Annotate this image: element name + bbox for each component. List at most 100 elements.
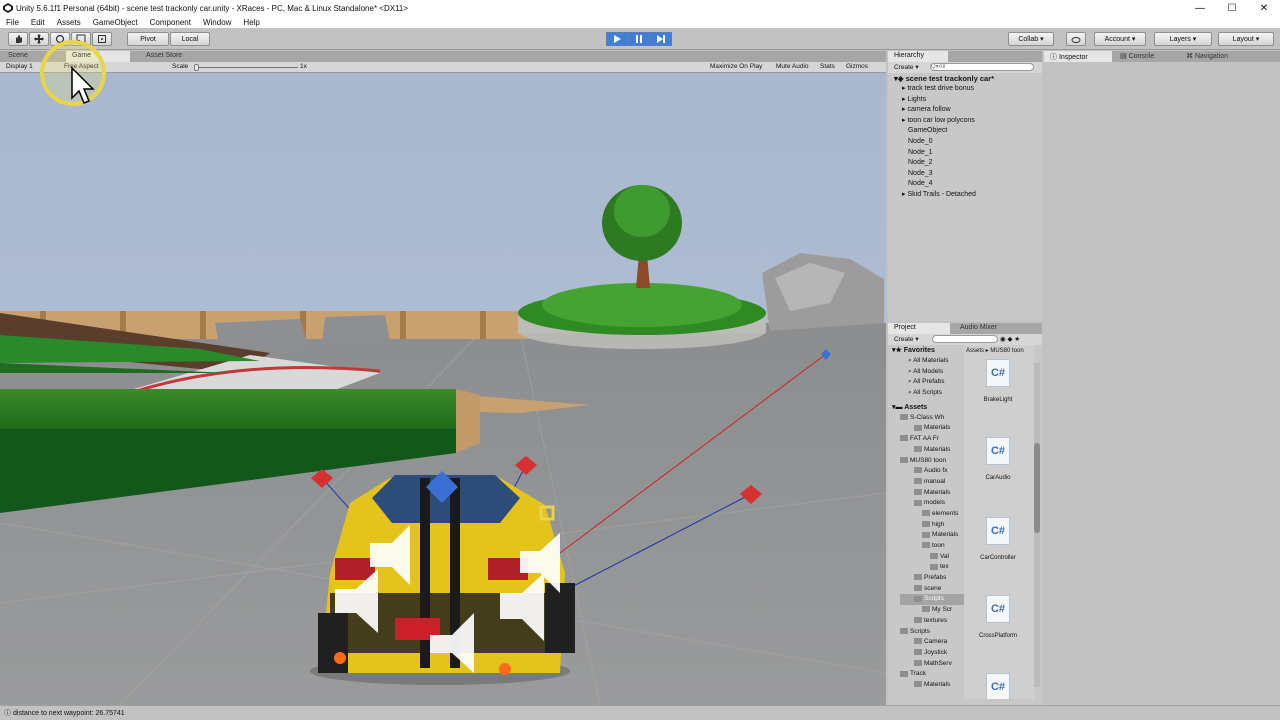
local-toggle[interactable]: Local [170, 32, 210, 46]
folder-item[interactable]: My Scr [900, 605, 964, 616]
status-message[interactable]: distance to next waypoint: 26.75741 [13, 710, 125, 717]
folder-item[interactable]: Track [900, 669, 964, 680]
maximize-button[interactable]: ☐ [1216, 0, 1248, 16]
folder-item[interactable]: elements [900, 509, 964, 520]
scale-slider-thumb[interactable] [194, 64, 199, 71]
asset-file[interactable]: C# CrossPlatform [978, 595, 1018, 639]
filter-icons[interactable]: ◉ ◆ ★ [1000, 335, 1020, 343]
layout-dropdown[interactable]: Layout ▾ [1218, 32, 1274, 46]
menu-window[interactable]: Window [197, 18, 237, 27]
folder-item[interactable]: Audio fx [900, 466, 964, 477]
tab-navigation[interactable]: ⌘ Navigation [1180, 51, 1234, 62]
hierarchy-item[interactable]: Node_0 [902, 137, 1042, 148]
tab-hierarchy[interactable]: Hierarchy [888, 51, 948, 62]
folder-item[interactable]: MathServ [900, 659, 964, 670]
favorites-header[interactable]: ▾★ Favorites [888, 345, 964, 356]
project-search-input[interactable] [932, 335, 998, 343]
search-icon: ⌕ [908, 389, 912, 397]
maximize-on-play-toggle[interactable]: Maximize On Play [710, 63, 762, 70]
hierarchy-item[interactable]: ▸ toon car low polycons [902, 116, 1042, 127]
tab-inspector[interactable]: ⓘ Inspector [1044, 51, 1112, 62]
collab-dropdown[interactable]: Collab ▾ [1008, 32, 1054, 46]
hierarchy-item[interactable]: Node_1 [902, 148, 1042, 159]
hierarchy-item[interactable]: Node_4 [902, 179, 1042, 190]
folder-item[interactable]: Scripts [900, 627, 964, 638]
menu-assets[interactable]: Assets [51, 18, 87, 27]
tab-audio-mixer[interactable]: Audio Mixer [954, 323, 1003, 334]
tab-project[interactable]: Project [888, 323, 950, 334]
stats-toggle[interactable]: Stats [820, 63, 835, 70]
folder-item-selected[interactable]: Scripts [900, 594, 964, 606]
play-button[interactable] [606, 32, 628, 46]
folder-item[interactable]: Materials [900, 530, 964, 541]
folder-item[interactable]: S-Class Wh [900, 413, 964, 424]
menu-edit[interactable]: Edit [25, 18, 51, 27]
asset-file[interactable]: C# CarController [978, 517, 1018, 561]
folder-item[interactable]: Materials [900, 445, 964, 456]
folder-item[interactable]: toon [900, 541, 964, 552]
hierarchy-item[interactable]: GameObject [902, 126, 1042, 137]
asset-file[interactable]: C# BrakeLight [978, 359, 1018, 403]
scrollbar-thumb[interactable] [1034, 443, 1040, 533]
scene-root-row[interactable]: ▾◈ scene test trackonly car* [894, 73, 1039, 84]
display-dropdown[interactable]: Display 1 [6, 63, 33, 70]
folder-item[interactable]: Camera [900, 637, 964, 648]
folder-item[interactable]: scene [900, 584, 964, 595]
project-scrollbar[interactable] [1034, 363, 1040, 687]
asset-file[interactable]: C# CarAudio [978, 437, 1018, 481]
rect-tool-button[interactable] [92, 32, 112, 46]
favorite-item[interactable]: ⌕ All Models [908, 367, 964, 378]
move-tool-button[interactable] [29, 32, 49, 46]
account-dropdown[interactable]: Account ▾ [1094, 32, 1146, 46]
hand-tool-button[interactable] [8, 32, 28, 46]
cloud-button[interactable] [1066, 32, 1086, 46]
hierarchy-item[interactable]: ▸ camera follow [902, 105, 1042, 116]
assets-header[interactable]: ▾▬ Assets [888, 399, 964, 413]
folder-item[interactable]: textures [900, 616, 964, 627]
scene-name: scene test trackonly car* [905, 74, 995, 83]
tab-asset-store[interactable]: Asset Store [140, 51, 188, 62]
folder-icon [914, 649, 922, 656]
menu-gameobject[interactable]: GameObject [87, 18, 144, 27]
gizmos-dropdown[interactable]: Gizmos [846, 63, 868, 70]
folder-item[interactable]: tex [900, 562, 964, 573]
folder-item[interactable]: models [900, 498, 964, 509]
folder-item[interactable]: MUS80 toon [900, 456, 964, 467]
minimize-button[interactable]: — [1184, 0, 1216, 16]
tab-scene[interactable]: Scene [2, 51, 34, 62]
create-dropdown[interactable]: Create ▾ [894, 63, 919, 71]
hierarchy-search-input[interactable] [930, 63, 1034, 71]
asset-breadcrumb[interactable]: Assets ▸ MUS80 toon [964, 345, 1034, 356]
favorite-item[interactable]: ⌕ All Scripts [908, 388, 964, 399]
folder-item[interactable]: Materials [900, 423, 964, 434]
favorite-item[interactable]: ⌕ All Materials [908, 356, 964, 367]
game-viewport[interactable] [0, 73, 886, 705]
folder-item[interactable]: Joystick [900, 648, 964, 659]
hierarchy-item[interactable]: ▸ Lights [902, 95, 1042, 106]
hierarchy-item[interactable]: Node_2 [902, 158, 1042, 169]
hierarchy-item[interactable]: Node_3 [902, 169, 1042, 180]
folder-item[interactable]: manual [900, 477, 964, 488]
project-create-dropdown[interactable]: Create ▾ [894, 335, 919, 343]
tab-console[interactable]: ▤ Console [1114, 51, 1160, 62]
mute-audio-toggle[interactable]: Mute Audio [776, 63, 809, 70]
pivot-toggle[interactable]: Pivot [127, 32, 169, 46]
folder-item[interactable]: FAT AA Fr [900, 434, 964, 445]
asset-file[interactable]: C# [978, 673, 1018, 699]
folder-item[interactable]: Prefabs [900, 573, 964, 584]
folder-item[interactable]: Materials [900, 680, 964, 691]
favorite-item[interactable]: ⌕ All Prefabs [908, 377, 964, 388]
step-button[interactable] [650, 32, 672, 46]
scale-slider-track[interactable] [194, 67, 298, 68]
menu-component[interactable]: Component [144, 18, 197, 27]
close-button[interactable]: ✕ [1248, 0, 1280, 16]
menu-help[interactable]: Help [237, 18, 265, 27]
folder-item[interactable]: Val [900, 552, 964, 563]
layers-dropdown[interactable]: Layers ▾ [1154, 32, 1212, 46]
folder-item[interactable]: Materials [900, 488, 964, 499]
hierarchy-item[interactable]: ▸ Skid Trails - Detached [902, 190, 1042, 201]
menu-file[interactable]: File [0, 18, 25, 27]
hierarchy-item[interactable]: ▸ track test drive bonus [902, 84, 1042, 95]
folder-item[interactable]: high [900, 520, 964, 531]
pause-button[interactable] [628, 32, 650, 46]
